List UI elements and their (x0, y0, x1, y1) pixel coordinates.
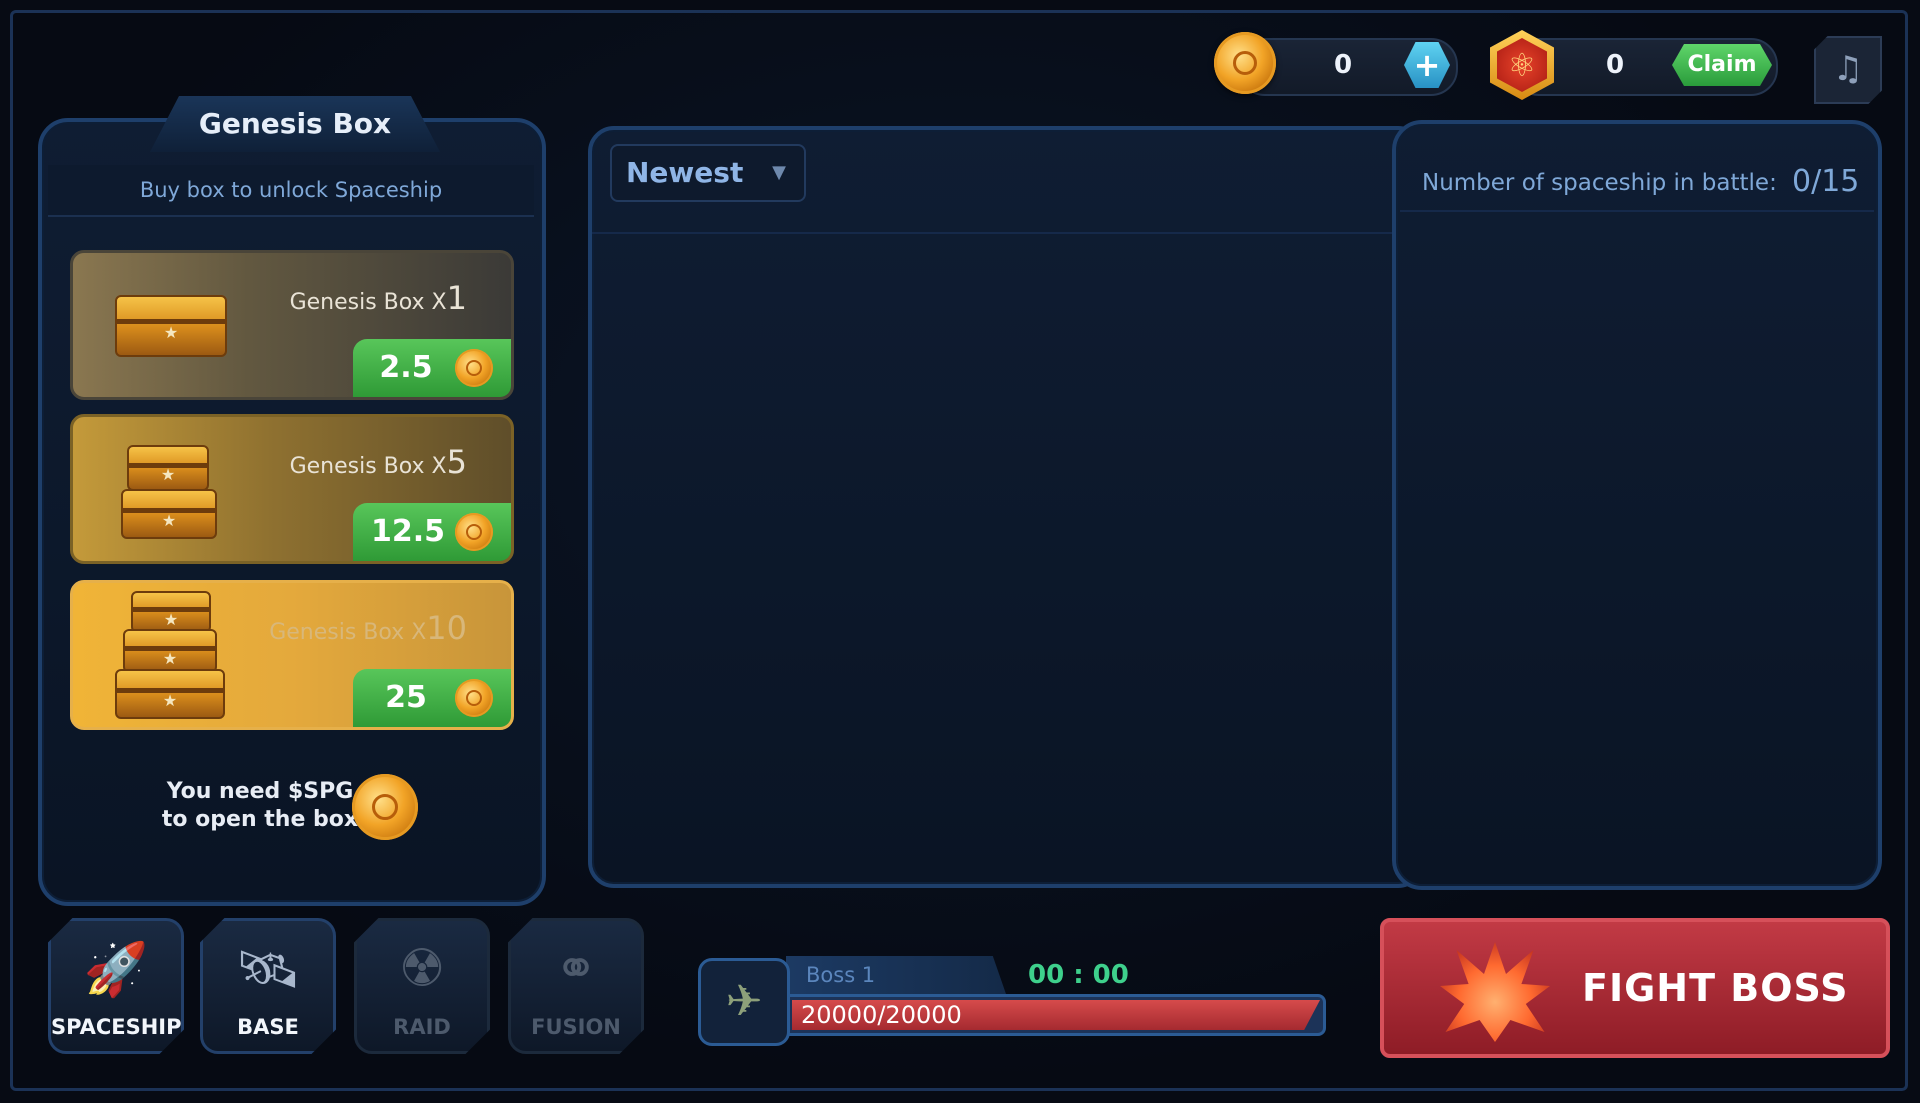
price-tag[interactable]: 2.5 (353, 339, 511, 397)
nav-label: FUSION (531, 1015, 621, 1039)
chest-icon (123, 629, 217, 673)
boss-hp-text: 20000/20000 (801, 1001, 962, 1029)
nav-label: BASE (237, 1015, 299, 1039)
spg-balance: 0 (1334, 50, 1353, 80)
spg-coin-icon (455, 679, 493, 717)
inventory-divider (592, 232, 1392, 234)
boss-hp-bar: 20000/20000 (786, 994, 1326, 1036)
music-toggle-button[interactable]: ♫ (1814, 36, 1882, 104)
claim-button[interactable]: Claim (1672, 44, 1772, 86)
sort-selected-value: Newest (626, 156, 744, 189)
atom-icon: ⚛ (1497, 38, 1547, 92)
chest-icon (115, 669, 225, 719)
boss-timer: 00 : 00 (1028, 960, 1129, 990)
chest-icon (121, 489, 217, 539)
chest-icon (115, 295, 227, 357)
nav-label: RAID (393, 1015, 451, 1039)
box-label: Genesis Box X5 (289, 443, 467, 481)
nav-spaceship-button[interactable]: 🚀 SPACESHIP (48, 918, 184, 1054)
spg-coin-icon (455, 349, 493, 387)
fight-boss-label: FIGHT BOSS (1582, 966, 1849, 1010)
battle-count-value: 0/15 (1792, 164, 1860, 199)
atom-balance: 0 (1606, 50, 1625, 80)
explosion-icon (1440, 942, 1550, 1042)
spg-coin-icon (352, 774, 418, 840)
nav-raid-button[interactable]: ☢ RAID (354, 918, 490, 1054)
genesis-box-subtitle: Buy box to unlock Spaceship (48, 165, 534, 217)
fight-boss-button[interactable]: FIGHT BOSS (1380, 918, 1890, 1058)
nav-label: SPACESHIP (51, 1015, 182, 1039)
boss-name: Boss 1 (786, 956, 1006, 994)
genesis-box-title: Genesis Box (150, 96, 440, 152)
sort-dropdown[interactable]: Newest ▼ (610, 144, 806, 202)
music-note-icon: ♫ (1832, 49, 1864, 89)
spg-coin-icon (455, 513, 493, 551)
boss-status: Boss 1 00 : 00 20000/20000 ✈ (698, 952, 1328, 1046)
genesis-box-x10-card[interactable]: Genesis Box X10 25 (70, 580, 514, 730)
satellite-icon: 🛰 (234, 940, 301, 1000)
spg-requirement-note: You need $SPG to open the box (161, 779, 359, 832)
battle-lineup-panel (1392, 120, 1882, 890)
chest-icon (127, 445, 209, 491)
chevron-down-icon: ▼ (772, 162, 786, 183)
spg-coin-icon (1214, 32, 1276, 94)
genesis-box-x5-card[interactable]: Genesis Box X5 12.5 (70, 414, 514, 564)
battle-count-label: Number of spaceship in battle: (1422, 170, 1777, 196)
price-tag[interactable]: 12.5 (353, 503, 511, 561)
chest-icon (131, 591, 211, 633)
price-tag[interactable]: 25 (353, 669, 511, 727)
rocket-icon: 🚀 (83, 940, 149, 1000)
battle-header-divider (1400, 210, 1874, 212)
nav-fusion-button[interactable]: ⚭ FUSION (508, 918, 644, 1054)
box-label: Genesis Box X1 (289, 279, 467, 317)
fusion-icon: ⚭ (554, 939, 598, 999)
box-label: Genesis Box X10 (269, 609, 467, 647)
genesis-box-x1-card[interactable]: Genesis Box X1 2.5 (70, 250, 514, 400)
spaceship-inventory-panel (588, 126, 1424, 888)
radiation-icon: ☢ (398, 939, 446, 999)
boss-avatar-icon: ✈ (698, 958, 790, 1046)
nav-base-button[interactable]: 🛰 BASE (200, 918, 336, 1054)
